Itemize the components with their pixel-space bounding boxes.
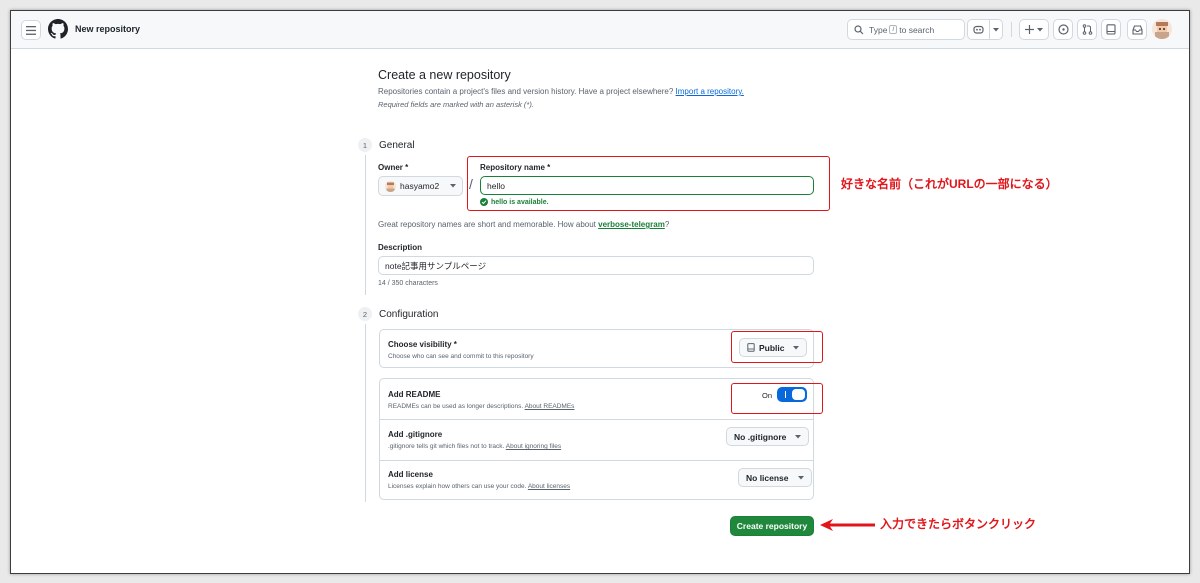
visibility-desc: Choose who can see and commit to this re… <box>388 353 534 360</box>
step-number-configuration: 2 <box>358 307 372 321</box>
license-title: Add license <box>388 470 433 479</box>
visibility-title: Choose visibility * <box>388 340 457 349</box>
step-number-general: 1 <box>358 138 372 152</box>
create-new-button[interactable] <box>1019 19 1049 40</box>
description-char-count: 14 / 350 characters <box>378 280 438 287</box>
search-shortcut-key: / <box>889 25 898 34</box>
step-rail <box>365 324 366 502</box>
row-divider <box>380 460 813 461</box>
search-placeholder-post: to search <box>899 24 935 35</box>
required-note: Required fields are marked with an aster… <box>378 100 534 109</box>
section-title-general: General <box>379 140 415 151</box>
license-desc: Licenses explain how others can use your… <box>388 483 570 490</box>
hint-text: Great repository names are short and mem… <box>378 220 596 229</box>
name-suggestion-hint: Great repository names are short and mem… <box>378 220 669 229</box>
description-label: Description <box>378 243 423 252</box>
owner-select[interactable]: hasyamo2 <box>378 176 463 196</box>
toolbar-divider <box>1011 22 1012 37</box>
suggested-name-link[interactable]: verbose-telegram <box>598 220 665 229</box>
gitignore-desc-text: .gitignore tells git which files not to … <box>388 443 505 450</box>
pull-request-icon <box>1082 24 1092 35</box>
browser-window: New repository Type / to search Create a… <box>10 10 1190 574</box>
chevron-down-icon <box>795 434 802 438</box>
hint-end: ? <box>664 220 670 229</box>
annotation-box-visibility <box>731 331 823 363</box>
step-rail <box>365 155 366 295</box>
copilot-icon <box>973 25 984 34</box>
create-repository-button[interactable]: Create repository <box>730 516 814 536</box>
annotation-box-repo-name <box>467 156 830 211</box>
gitignore-select[interactable]: No .gitignore <box>726 427 810 446</box>
annotation-box-readme <box>731 383 823 414</box>
owner-label: Owner * <box>378 163 409 172</box>
gitignore-title: Add .gitignore <box>388 430 443 439</box>
section-title-configuration: Configuration <box>379 309 439 320</box>
hamburger-icon <box>26 25 36 35</box>
pull-requests-button[interactable] <box>1077 19 1097 40</box>
form-heading: Create a new repository <box>378 68 511 82</box>
issue-opened-icon <box>1057 24 1069 35</box>
user-avatar[interactable] <box>1152 19 1172 39</box>
owner-avatar-icon <box>385 180 396 192</box>
repositories-button[interactable] <box>1101 19 1121 40</box>
avatar-image-icon <box>1152 19 1172 39</box>
about-licenses-link[interactable]: About licenses <box>528 483 570 490</box>
main-content: Create a new repository Repositories con… <box>11 49 1189 573</box>
subtitle-text: Repositories contain a project's files a… <box>378 87 674 96</box>
github-logo-icon[interactable] <box>48 19 68 39</box>
annotation-button-note: 入力できたらボタンクリック <box>880 517 1037 531</box>
owner-avatar <box>385 180 396 192</box>
license-value: No license <box>746 472 789 483</box>
form-subtitle: Repositories contain a project's files a… <box>378 87 744 96</box>
menu-button[interactable] <box>21 20 41 40</box>
readme-title: Add README <box>388 390 441 399</box>
gitignore-value: No .gitignore <box>734 431 787 442</box>
chevron-down-icon <box>450 184 456 188</box>
about-readmes-link[interactable]: About READMEs <box>525 403 575 410</box>
annotation-arrow-icon <box>820 519 875 531</box>
import-repository-link[interactable]: Import a repository. <box>676 87 744 96</box>
license-desc-text: Licenses explain how others can use your… <box>388 483 527 490</box>
copilot-button-group[interactable] <box>967 19 1003 40</box>
row-divider <box>380 419 813 420</box>
repo-icon <box>1106 24 1116 35</box>
top-bar: New repository Type / to search <box>11 11 1189 49</box>
search-input[interactable]: Type / to search <box>847 19 965 40</box>
chevron-down-icon <box>1037 27 1043 31</box>
readme-desc: READMEs can be used as longer descriptio… <box>388 403 574 410</box>
search-icon <box>854 24 864 34</box>
inbox-button[interactable] <box>1127 19 1147 40</box>
search-placeholder-pre: Type <box>869 24 888 35</box>
chevron-down-icon <box>797 475 804 479</box>
plus-icon <box>1025 25 1034 34</box>
issues-button[interactable] <box>1053 19 1073 40</box>
license-select[interactable]: No license <box>738 468 812 487</box>
description-input[interactable]: note記事用サンプルページ <box>378 256 814 275</box>
inbox-icon <box>1131 24 1143 35</box>
annotation-name-note: 好きな名前（これがURLの一部になる） <box>841 177 1058 191</box>
readme-desc-text: READMEs can be used as longer descriptio… <box>388 403 524 410</box>
page-title: New repository <box>75 24 141 34</box>
owner-value: hasyamo2 <box>400 181 440 191</box>
chevron-down-icon <box>993 28 999 32</box>
gitignore-desc: .gitignore tells git which files not to … <box>388 443 561 450</box>
about-ignoring-files-link[interactable]: About ignoring files <box>506 443 561 450</box>
